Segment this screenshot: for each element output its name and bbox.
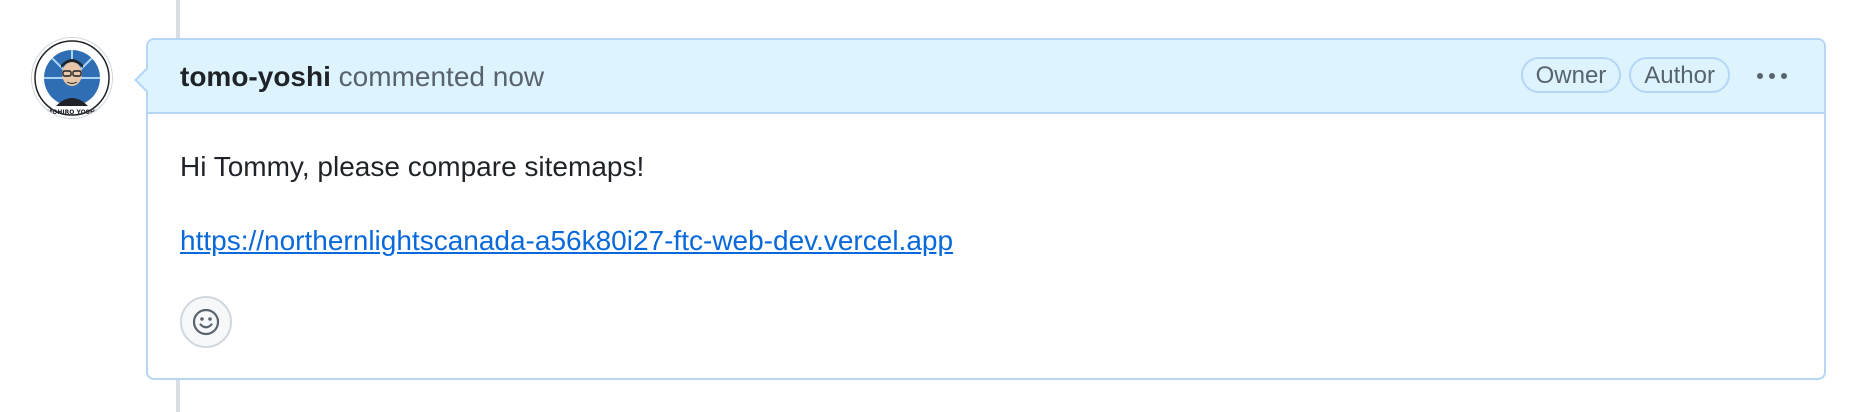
author-avatar[interactable]: TOMOHIRO YOSHIDA: [32, 38, 112, 118]
comment-options-button[interactable]: [1750, 58, 1794, 94]
comment-action: commented: [338, 61, 485, 92]
svg-text:TOMOHIRO YOSHIDA: TOMOHIRO YOSHIDA: [37, 109, 107, 116]
author-badge: Author: [1629, 57, 1730, 93]
kebab-horizontal-icon: [1757, 73, 1787, 79]
author-link[interactable]: tomo-yoshi: [180, 61, 331, 92]
comment-header: tomo-yoshi commented now Owner Author: [148, 40, 1824, 114]
avatar-image: TOMOHIRO YOSHIDA: [32, 38, 112, 118]
timeline-comment: tomo-yoshi commented now Owner Author Hi…: [134, 38, 1826, 380]
comment-body-link[interactable]: https://northernlightscanada-a56k80i27-f…: [180, 224, 953, 258]
comment-timestamp[interactable]: now: [493, 61, 544, 92]
add-reaction-button[interactable]: [180, 296, 232, 348]
owner-badge: Owner: [1520, 57, 1622, 93]
comment-header-text: tomo-yoshi commented now: [180, 60, 544, 94]
comment-body: Hi Tommy, please compare sitemaps! https…: [180, 150, 1792, 258]
comment-body-text: Hi Tommy, please compare sitemaps!: [180, 151, 645, 182]
role-badges: Owner Author: [1520, 57, 1730, 93]
smiley-icon: [192, 308, 220, 336]
